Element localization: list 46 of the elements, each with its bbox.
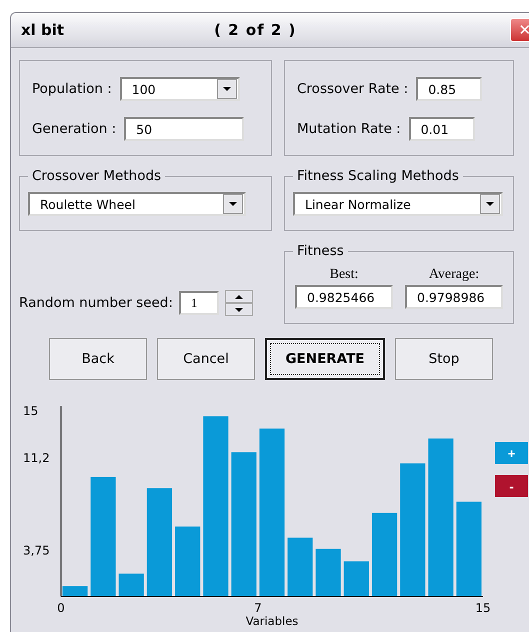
generation-field[interactable]: 50 — [124, 117, 244, 141]
field-label: Generation : — [32, 121, 116, 137]
down-arrow-icon — [222, 87, 231, 91]
chart-bar — [316, 548, 341, 596]
page-indicator: ( 2 of 2 ) — [214, 21, 296, 39]
field-label: Mutation Rate : — [297, 121, 401, 137]
field-label: Random number seed: — [19, 295, 173, 311]
group-title: Crossover Methods — [31, 168, 162, 184]
x-axis-title: Variables — [246, 614, 298, 628]
field-label: Population : — [32, 81, 112, 97]
window-title: xl bit — [21, 21, 64, 39]
up-arrow-icon — [234, 294, 243, 298]
down-arrow-icon — [229, 202, 237, 206]
chart-bar — [62, 586, 88, 596]
seed-field[interactable]: 1 — [178, 291, 219, 315]
group-title: Fitness Scaling Methods — [296, 168, 460, 184]
spin-up-button[interactable] — [224, 290, 253, 303]
field-label: Best: — [330, 267, 358, 283]
dialog-button[interactable]: Cancel — [157, 338, 255, 380]
chart-bar — [288, 538, 313, 596]
dialog-button[interactable]: GENERATE — [265, 338, 385, 380]
best-fitness-field[interactable]: 0.9825466 — [295, 285, 393, 309]
dialog-button[interactable]: Back — [49, 338, 147, 380]
y-tick-label: 3,75 — [23, 544, 50, 558]
chart-bar — [344, 561, 369, 596]
x-tick-label: 7 — [254, 601, 262, 615]
zoom-out-button[interactable]: - — [495, 475, 528, 497]
average-fitness-field[interactable]: 0.9798986 — [405, 285, 503, 309]
field-label: Crossover Rate : — [297, 81, 408, 97]
scaling-method-dropdown[interactable]: Linear Normalize — [293, 192, 503, 216]
chart-bar — [118, 574, 144, 596]
y-tick-label: 11,2 — [23, 451, 50, 466]
down-arrow-icon — [486, 202, 494, 206]
down-arrow-icon — [234, 308, 243, 312]
dialog-button[interactable]: Stop — [395, 338, 493, 380]
field-label: Average: — [428, 267, 480, 283]
group-title: Fitness — [296, 243, 345, 259]
crossover-rate-field[interactable]: 0.85 — [416, 77, 482, 101]
mutation-rate-field[interactable]: 0.01 — [408, 117, 475, 141]
spin-down-button[interactable] — [224, 303, 253, 316]
crossover-method-dropdown[interactable]: Roulette Wheel — [28, 192, 246, 216]
population-dropdown[interactable]: 100 — [120, 77, 240, 101]
y-tick-label: 15 — [23, 404, 38, 418]
x-tick-label: 0 — [57, 601, 65, 615]
chart-bar — [175, 526, 200, 596]
x-tick-label: 15 — [475, 601, 491, 615]
